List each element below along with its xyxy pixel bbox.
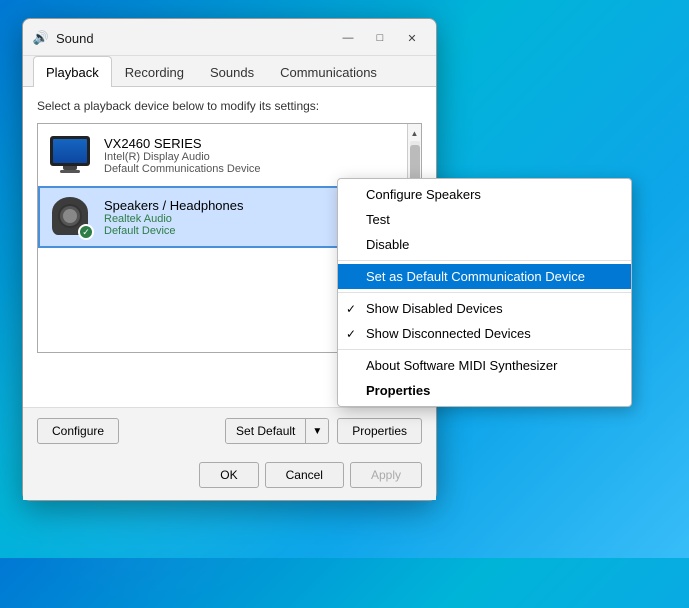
device-icon-speaker: ✓ [48,194,94,240]
ok-button[interactable]: OK [199,462,258,488]
menu-label-configure: Configure Speakers [366,187,481,202]
action-buttons: OK Cancel Apply [23,454,436,500]
device-sub1-vx2460: Intel(R) Display Audio [104,151,397,163]
menu-label-about-midi: About Software MIDI Synthesizer [366,358,557,373]
menu-item-show-disabled[interactable]: ✓ Show Disabled Devices [338,296,631,321]
default-device-badge: ✓ [78,224,94,240]
instruction-text: Select a playback device below to modify… [37,99,422,113]
menu-item-properties[interactable]: Properties [338,378,631,403]
menu-separator-1 [338,260,631,261]
menu-separator-3 [338,349,631,350]
tab-playback[interactable]: Playback [33,56,112,87]
menu-label-properties: Properties [366,383,430,398]
device-info-vx2460: VX2460 SERIES Intel(R) Display Audio Def… [104,136,397,175]
menu-separator-2 [338,292,631,293]
close-button[interactable]: ✕ [398,27,426,49]
minimize-button[interactable]: — [334,27,362,49]
configure-button[interactable]: Configure [37,418,119,444]
menu-item-show-disconnected[interactable]: ✓ Show Disconnected Devices [338,321,631,346]
menu-label-test: Test [366,212,390,227]
tab-sounds[interactable]: Sounds [197,56,267,87]
menu-label-show-disabled: Show Disabled Devices [366,301,503,316]
set-default-split-button: Set Default ▼ [225,418,329,444]
title-bar: 🔊 Sound — □ ✕ [23,19,436,56]
context-menu: Configure Speakers Test Disable Set as D… [337,178,632,407]
device-sub2-vx2460: Default Communications Device [104,163,397,175]
menu-label-disable: Disable [366,237,409,252]
sound-window-icon: 🔊 [33,30,49,46]
cancel-button[interactable]: Cancel [265,462,344,488]
scroll-up-arrow[interactable]: ▲ [409,126,421,140]
device-item-vx2460[interactable]: VX2460 SERIES Intel(R) Display Audio Def… [38,124,407,186]
menu-item-configure[interactable]: Configure Speakers [338,182,631,207]
menu-item-about-midi[interactable]: About Software MIDI Synthesizer [338,353,631,378]
menu-item-disable[interactable]: Disable [338,232,631,257]
menu-item-test[interactable]: Test [338,207,631,232]
tab-communications[interactable]: Communications [267,56,390,87]
menu-label-set-default-comm: Set as Default Communication Device [366,269,585,284]
menu-label-show-disconnected: Show Disconnected Devices [366,326,531,341]
tab-bar: Playback Recording Sounds Communications [23,56,436,87]
properties-button[interactable]: Properties [337,418,422,444]
set-default-dropdown-arrow[interactable]: ▼ [305,419,328,443]
window-controls: — □ ✕ [334,27,426,49]
tab-recording[interactable]: Recording [112,56,197,87]
device-name-vx2460: VX2460 SERIES [104,136,397,151]
maximize-button[interactable]: □ [366,27,394,49]
device-action-buttons: Configure Set Default ▼ Properties [23,407,436,454]
checkmark-show-disconnected: ✓ [346,327,356,341]
set-default-button[interactable]: Set Default [226,419,305,443]
device-icon-monitor [48,132,94,178]
checkmark-show-disabled: ✓ [346,302,356,316]
apply-button[interactable]: Apply [350,462,422,488]
window-title: Sound [56,31,334,46]
menu-item-set-default-comm[interactable]: Set as Default Communication Device [338,264,631,289]
